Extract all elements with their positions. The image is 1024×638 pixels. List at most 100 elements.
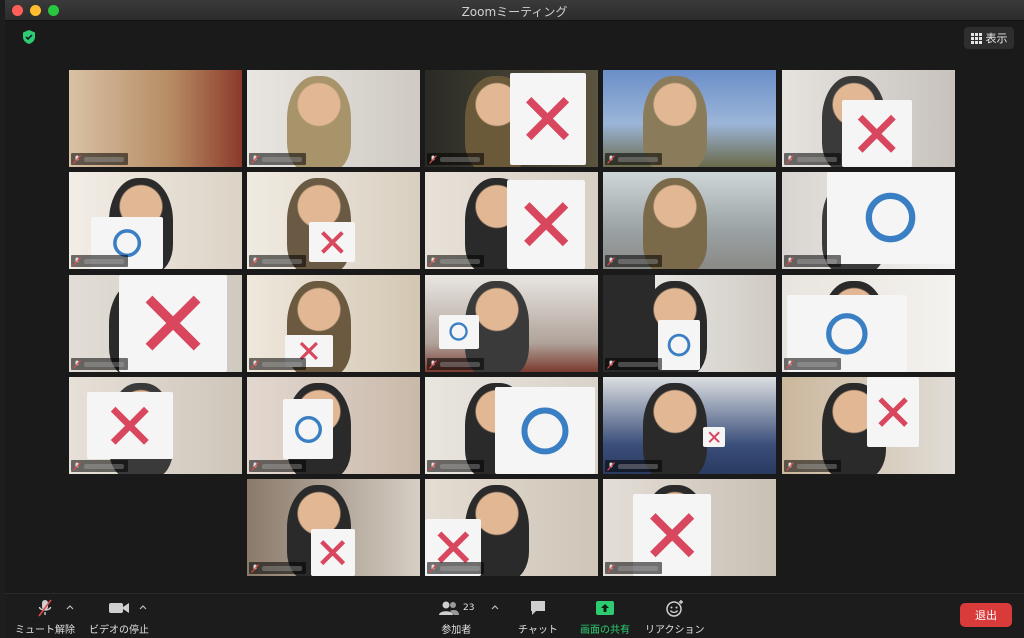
blurred-name [262, 361, 302, 367]
participant-video-tile[interactable] [782, 275, 955, 372]
participant-video-tile[interactable] [247, 275, 420, 372]
muted-microphone-icon [251, 154, 259, 164]
blurred-name [84, 156, 124, 162]
smiley-reaction-icon [666, 600, 683, 617]
blurred-name [797, 156, 837, 162]
participant-video-tile[interactable] [425, 377, 598, 474]
participant-video-tile[interactable] [782, 377, 955, 474]
cross-mark-card [119, 275, 227, 372]
muted-microphone-icon [73, 256, 81, 266]
circle-mark-icon [667, 333, 691, 357]
muted-microphone-icon [786, 359, 794, 369]
leave-meeting-button[interactable]: 退出 [960, 603, 1012, 627]
participant-video-tile[interactable] [603, 172, 776, 269]
blurred-name [262, 258, 302, 264]
participant-video-tile[interactable] [247, 479, 420, 576]
blurred-name [440, 258, 480, 264]
cross-mark-icon [649, 512, 695, 558]
video-label: ビデオの停止 [89, 625, 149, 636]
participant-name-tag [249, 358, 306, 370]
cross-mark-icon [523, 202, 569, 247]
circle-mark-icon [449, 322, 469, 342]
participant-video-tile[interactable] [247, 377, 420, 474]
blurred-name [797, 361, 837, 367]
participant-name-tag [605, 255, 662, 267]
participant-name-tag [427, 562, 484, 574]
participants-options-chevron-icon[interactable] [491, 603, 499, 611]
muted-microphone-icon [251, 359, 259, 369]
circle-mark-card [283, 399, 333, 459]
participant-video-tile[interactable] [247, 70, 420, 167]
participant-name-tag [71, 358, 128, 370]
cross-mark-card [510, 73, 586, 165]
blurred-name [440, 156, 480, 162]
participant-video-tile[interactable] [603, 70, 776, 167]
blurred-name [84, 463, 124, 469]
blurred-name [618, 463, 658, 469]
blurred-name [618, 361, 658, 367]
blurred-name [84, 258, 124, 264]
circle-mark-icon [521, 407, 569, 454]
muted-microphone-icon [786, 256, 794, 266]
muted-microphone-icon [607, 154, 615, 164]
participant-name-tag [71, 460, 128, 472]
cross-mark-icon [437, 531, 469, 564]
cross-mark-icon [145, 296, 201, 351]
participant-video-tile[interactable] [603, 275, 776, 372]
muted-microphone-icon [251, 256, 259, 266]
muted-microphone-icon [607, 461, 615, 471]
blurred-name [618, 565, 658, 571]
cross-mark-card [703, 427, 725, 447]
video-options-chevron-icon[interactable] [139, 603, 147, 611]
participant-name-tag [605, 358, 662, 370]
muted-microphone-icon [607, 359, 615, 369]
participant-video-tile[interactable] [69, 275, 242, 372]
participant-video-tile[interactable] [425, 479, 598, 576]
chat-button[interactable]: チャット [518, 598, 558, 636]
circle-mark-icon [826, 312, 868, 355]
participant-video-tile[interactable] [425, 70, 598, 167]
share-screen-button[interactable]: 画面の共有 [580, 598, 630, 636]
reactions-button[interactable]: リアクション [645, 598, 705, 636]
participant-name-tag [249, 153, 306, 165]
participant-video-tile[interactable] [782, 70, 955, 167]
blurred-name [262, 565, 302, 571]
cross-mark-card [309, 222, 355, 262]
participant-video-tile[interactable] [425, 275, 598, 372]
participant-name-tag [71, 255, 128, 267]
circle-mark-card [495, 387, 595, 474]
participant-name-tag [249, 562, 306, 574]
video-gallery [5, 0, 1024, 600]
muted-microphone-icon [251, 563, 259, 573]
circle-mark-icon [294, 415, 322, 443]
participant-video-tile[interactable] [247, 172, 420, 269]
participant-video-tile[interactable] [603, 479, 776, 576]
blurred-name [797, 258, 837, 264]
cross-mark-card [507, 180, 585, 269]
blurred-name [618, 156, 658, 162]
participant-name-tag [249, 255, 306, 267]
audio-options-chevron-icon[interactable] [66, 603, 74, 611]
participant-video-tile[interactable] [782, 172, 955, 269]
chat-bubble-icon [530, 601, 545, 615]
participant-video-tile[interactable] [69, 70, 242, 167]
participant-name-tag [71, 153, 128, 165]
cross-mark-card [867, 377, 919, 447]
share-screen-icon [596, 601, 614, 615]
participant-video-tile[interactable] [69, 377, 242, 474]
participants-button[interactable]: 23 参加者 [438, 598, 474, 636]
participant-name-tag [784, 460, 841, 472]
participant-video-tile[interactable] [425, 172, 598, 269]
participants-count: 23 [463, 603, 475, 613]
circle-mark-card [439, 315, 479, 349]
mute-label: ミュート解除 [15, 625, 75, 636]
participant-name-tag [605, 153, 662, 165]
cross-mark-icon [878, 397, 908, 427]
participant-video-tile[interactable] [69, 172, 242, 269]
participant-video-tile[interactable] [603, 377, 776, 474]
participants-label: 参加者 [441, 625, 472, 636]
blurred-name [84, 361, 124, 367]
muted-microphone-icon [73, 154, 81, 164]
muted-microphone-icon [607, 256, 615, 266]
cross-mark-icon [708, 431, 720, 443]
